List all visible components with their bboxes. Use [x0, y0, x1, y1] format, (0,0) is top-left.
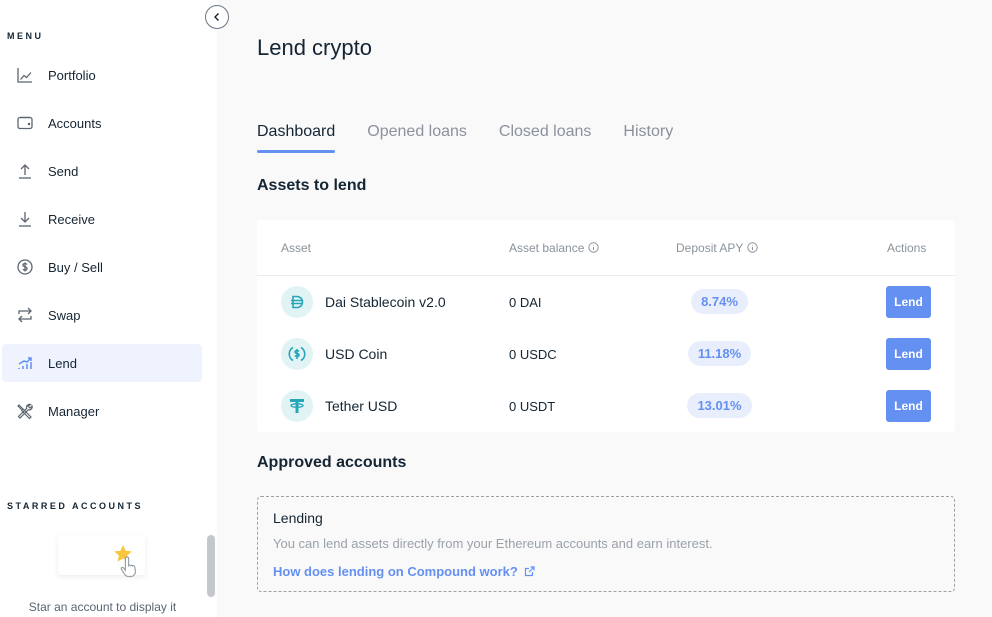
sidebar-item-buy-sell[interactable]: Buy / Sell — [2, 248, 202, 286]
header-asset: Asset — [281, 241, 311, 255]
asset-name: Dai Stablecoin v2.0 — [325, 294, 446, 310]
info-icon[interactable] — [747, 242, 759, 253]
apy-badge: 13.01% — [687, 393, 752, 418]
starred-accounts-title: STARRED ACCOUNTS — [7, 501, 143, 511]
chevron-left-icon — [214, 13, 219, 21]
sidebar-item-manager[interactable]: Manager — [2, 392, 202, 430]
sidebar-scrollbar[interactable] — [207, 535, 215, 597]
tether-icon — [281, 390, 313, 422]
tools-icon — [16, 402, 34, 420]
sidebar-item-label: Buy / Sell — [48, 259, 103, 275]
header-actions: Actions — [887, 241, 926, 255]
sidebar-item-send[interactable]: Send — [2, 152, 202, 190]
swap-icon — [16, 306, 34, 324]
sidebar-item-label: Send — [48, 163, 79, 179]
sidebar-item-receive[interactable]: Receive — [2, 200, 202, 238]
sidebar-nav: Portfolio Accounts Send Receive Buy / Se… — [2, 56, 202, 440]
sidebar: MENU Portfolio Accounts Send Receive Buy… — [0, 0, 217, 617]
asset-balance: 0 DAI — [509, 295, 542, 310]
table-row: Tether USD 0 USDT 13.01% Lend — [257, 380, 955, 432]
lend-button[interactable]: Lend — [886, 286, 931, 318]
asset-balance: 0 USDT — [509, 399, 556, 414]
sidebar-item-label: Manager — [48, 403, 100, 419]
asset-balance: 0 USDC — [509, 347, 557, 362]
header-balance-label: Asset balance — [509, 240, 585, 255]
dai-icon — [281, 286, 313, 318]
tab-dashboard[interactable]: Dashboard — [257, 123, 336, 153]
lend-button[interactable]: Lend — [886, 390, 931, 422]
info-icon[interactable] — [588, 242, 600, 253]
assets-table: Asset Asset balance Deposit APY Actions … — [257, 220, 955, 432]
tab-history[interactable]: History — [623, 123, 673, 153]
star-hand-illustration — [113, 545, 153, 590]
header-balance: Asset balance — [509, 240, 600, 255]
lend-chart-icon — [16, 354, 34, 372]
header-actions-label: Actions — [887, 240, 927, 255]
header-apy-label: Deposit APY — [676, 240, 744, 255]
link-label: How does lending on Compound work? — [273, 564, 518, 579]
tabs: Dashboard Opened loans Closed loans Hist… — [257, 123, 705, 153]
page-title: Lend crypto — [257, 35, 372, 60]
compound-help-link[interactable]: How does lending on Compound work? — [273, 564, 535, 579]
sidebar-item-label: Portfolio — [48, 67, 96, 83]
hand-pointer-icon — [120, 556, 137, 578]
external-link-icon — [524, 566, 535, 577]
arrow-up-icon — [16, 162, 34, 180]
sidebar-item-portfolio[interactable]: Portfolio — [2, 56, 202, 94]
tab-closed-loans[interactable]: Closed loans — [499, 123, 592, 153]
wallet-icon — [16, 114, 34, 132]
sidebar-item-label: Swap — [48, 307, 81, 323]
main-content: Lend crypto Dashboard Opened loans Close… — [217, 0, 992, 617]
asset-name: Tether USD — [325, 398, 398, 414]
table-row: Dai Stablecoin v2.0 0 DAI 8.74% Lend — [257, 276, 955, 328]
sidebar-item-label: Lend — [48, 355, 77, 371]
sidebar-item-swap[interactable]: Swap — [2, 296, 202, 334]
table-row: USD Coin 0 USDC 11.18% Lend — [257, 328, 955, 380]
info-title: Lending — [273, 510, 323, 526]
lend-button[interactable]: Lend — [886, 338, 931, 370]
sidebar-item-lend[interactable]: Lend — [2, 344, 202, 382]
header-asset-label: Asset — [281, 240, 312, 255]
sidebar-item-label: Receive — [48, 211, 95, 227]
info-text: You can lend assets directly from your E… — [273, 536, 713, 551]
dollar-circle-icon — [16, 258, 34, 276]
sidebar-item-label: Accounts — [48, 115, 102, 131]
table-header: Asset Asset balance Deposit APY Actions — [257, 220, 955, 276]
tab-opened-loans[interactable]: Opened loans — [367, 123, 467, 153]
header-apy: Deposit APY — [676, 240, 759, 255]
assets-to-lend-title: Assets to lend — [257, 177, 367, 194]
asset-name: USD Coin — [325, 346, 388, 362]
apy-badge: 8.74% — [691, 289, 748, 314]
menu-title: MENU — [7, 31, 44, 41]
chart-line-icon — [16, 66, 34, 84]
collapse-sidebar-button[interactable] — [205, 5, 229, 29]
sidebar-item-accounts[interactable]: Accounts — [2, 104, 202, 142]
lending-info-box: Lending You can lend assets directly fro… — [257, 496, 955, 592]
usdc-icon — [281, 338, 313, 370]
arrow-down-icon — [16, 210, 34, 228]
starred-empty-text: Star an account to display it — [28, 600, 177, 614]
apy-badge: 11.18% — [687, 341, 752, 366]
approved-accounts-title: Approved accounts — [257, 454, 407, 471]
